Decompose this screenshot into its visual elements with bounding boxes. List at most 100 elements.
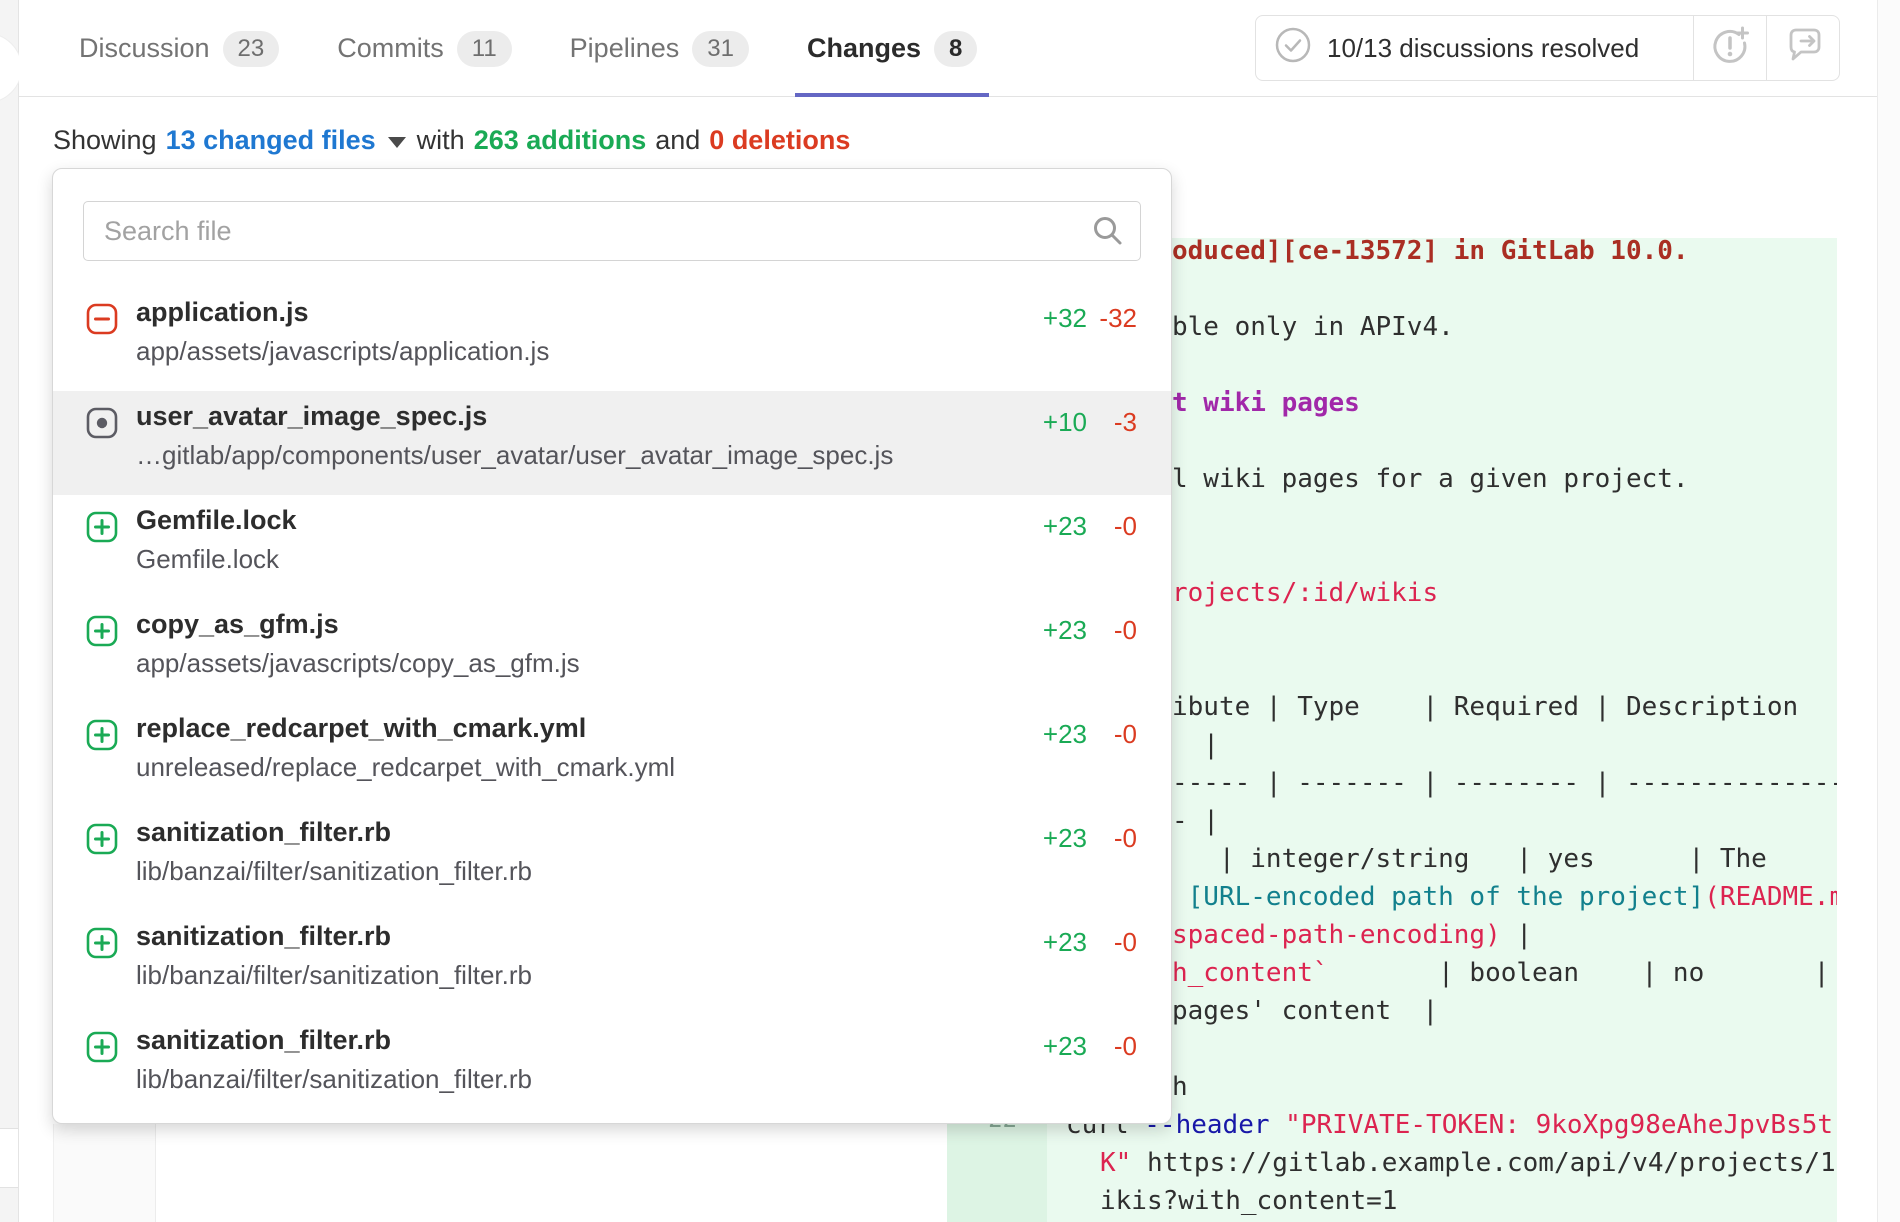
code-segment: K" xyxy=(1100,1148,1131,1178)
tab-changes[interactable]: Changes8 xyxy=(801,0,983,97)
file-added-icon xyxy=(86,719,118,751)
tab-label: Discussion xyxy=(79,33,210,64)
check-circle-icon xyxy=(1274,26,1312,71)
changes-summary: Showing 13 changed files with 263 additi… xyxy=(53,123,850,157)
file-change-counts: +23-0 xyxy=(1017,911,1137,1015)
file-change-counts: +23-0 xyxy=(1017,495,1137,599)
tab-commits[interactable]: Commits11 xyxy=(331,0,517,97)
discussions-resolved-button[interactable]: 10/13 discussions resolved xyxy=(1256,16,1693,80)
file-texts: sanitization_filter.rblib/banzai/filter/… xyxy=(136,1015,1017,1119)
code-segment: h_content` xyxy=(1172,958,1329,988)
file-row[interactable]: copy_as_gfm.jsapp/assets/javascripts/cop… xyxy=(53,599,1171,703)
diff-code-line: - | xyxy=(1172,802,1219,840)
tab-label: Commits xyxy=(337,33,444,64)
changed-file-list: application.js app/assets/javascripts/app… xyxy=(53,287,1171,1119)
file-name: replace_redcarpet_with_cmark.yml xyxy=(136,711,1017,745)
file-name: sanitization_filter.rb xyxy=(136,815,1017,849)
diff-code-line: ikis?with_content=1 xyxy=(1100,1182,1397,1220)
file-path: lib/banzai/filter/sanitization_filter.rb xyxy=(136,957,1017,993)
file-row[interactable]: user_avatar_image_spec.js…gitlab/app/com… xyxy=(53,391,1171,495)
code-segment: rojects/:id/wikis xyxy=(1172,578,1438,608)
tab-discussion[interactable]: Discussion 23 xyxy=(73,0,285,97)
file-row[interactable]: replace_redcarpet_with_cmark.yml unreleas… xyxy=(53,703,1171,807)
additions-count: +32 xyxy=(1017,303,1087,391)
additions-count: +23 xyxy=(1017,511,1087,599)
resolve-all-in-new-issue-button[interactable] xyxy=(1693,16,1766,80)
file-texts: copy_as_gfm.jsapp/assets/javascripts/cop… xyxy=(136,599,1017,703)
file-path: app/assets/javascripts/application.js xyxy=(136,333,1017,369)
code-segment: h xyxy=(1172,1072,1188,1102)
code-segment: spaced-path-encoding) xyxy=(1172,920,1501,950)
deletions-count: -0 xyxy=(1087,1031,1137,1119)
file-row[interactable]: sanitization_filter.rblib/banzai/filter/… xyxy=(53,1015,1171,1119)
summary-deletions: 0 deletions xyxy=(709,125,850,156)
diff-code-line: ble only in APIv4. xyxy=(1172,308,1454,346)
file-deleted-icon xyxy=(86,303,118,335)
summary-showing: Showing xyxy=(53,125,157,156)
diff-code-line: spaced-path-encoding) | xyxy=(1172,916,1532,954)
file-name: Gemfile.lock xyxy=(136,503,1017,537)
file-path: lib/banzai/filter/sanitization_filter.rb xyxy=(136,853,1017,889)
page-right-column xyxy=(1877,0,1900,1222)
tab-count-badge: 23 xyxy=(223,31,280,67)
deletions-count: -0 xyxy=(1087,927,1137,1015)
deletions-count: -32 xyxy=(1087,303,1137,391)
code-segment: - | xyxy=(1172,806,1219,836)
file-modified-icon xyxy=(86,407,118,439)
file-path: unreleased/replace_redcarpet_with_cmark.… xyxy=(136,749,1017,785)
comment-next-icon xyxy=(1781,25,1825,72)
file-search xyxy=(83,201,1141,261)
file-change-counts: +32-32 xyxy=(1017,287,1137,391)
diff-code-line: ibute | Type | Required | Description xyxy=(1172,688,1798,726)
diff-code-line: t wiki pages xyxy=(1172,384,1360,422)
diff-code-line: h_content` | boolean | no | In xyxy=(1172,954,1837,992)
diff-code-line: | xyxy=(1172,726,1219,764)
deletions-count: -0 xyxy=(1087,719,1137,807)
file-change-counts: +23-0 xyxy=(1017,703,1137,807)
diff-code-line: K" https://gitlab.example.com/api/v4/pro… xyxy=(1100,1144,1837,1182)
file-row[interactable]: Gemfile.lockGemfile.lock+23-0 xyxy=(53,495,1171,599)
file-change-counts: +23-0 xyxy=(1017,807,1137,911)
file-added-icon xyxy=(86,615,118,647)
tab-count-badge: 31 xyxy=(692,31,749,67)
file-name: sanitization_filter.rb xyxy=(136,1023,1017,1057)
file-added-icon xyxy=(86,511,118,543)
additions-count: +23 xyxy=(1017,823,1087,911)
file-added-icon xyxy=(86,823,118,855)
additions-count: +23 xyxy=(1017,1031,1087,1119)
file-search-input[interactable] xyxy=(83,201,1141,261)
additions-count: +23 xyxy=(1017,615,1087,703)
left-strip-box xyxy=(0,1128,18,1188)
file-name: application.js xyxy=(136,295,1017,329)
code-segment: ble only in APIv4. xyxy=(1172,312,1454,342)
file-row[interactable]: application.js app/assets/javascripts/app… xyxy=(53,287,1171,391)
file-added-icon xyxy=(86,1031,118,1063)
tab-label: Pipelines xyxy=(570,33,680,64)
chevron-down-icon[interactable] xyxy=(388,137,406,148)
merge-request-tabs: Discussion 23 Commits11 Pipelines 31 Changes8 xyxy=(73,0,983,97)
code-segment: oduced][ce-13572] in GitLab 10.0. xyxy=(1172,238,1689,266)
diff-code-line: l wiki pages for a given project. xyxy=(1172,460,1689,498)
summary-with: with xyxy=(417,125,465,156)
diff-code-line: oduced][ce-13572] in GitLab 10.0. xyxy=(1172,238,1689,270)
file-texts: replace_redcarpet_with_cmark.yml unreleas… xyxy=(136,703,1017,807)
jump-to-next-discussion-button[interactable] xyxy=(1766,16,1839,80)
tab-pipelines[interactable]: Pipelines 31 xyxy=(564,0,755,97)
additions-count: +23 xyxy=(1017,927,1087,1015)
code-segment: ----- | ------- | -------- | -----------… xyxy=(1172,768,1837,798)
summary-additions: 263 additions xyxy=(474,125,647,156)
file-row[interactable]: sanitization_filter.rblib/banzai/filter/… xyxy=(53,911,1171,1015)
code-segment: (README.m xyxy=(1704,882,1837,912)
file-path: …gitlab/app/components/user_avatar/user_… xyxy=(136,437,1017,473)
tab-label: Changes xyxy=(807,33,921,64)
file-texts: user_avatar_image_spec.js…gitlab/app/com… xyxy=(136,391,1017,495)
file-added-icon xyxy=(86,927,118,959)
changed-files-dropdown-link[interactable]: 13 changed files xyxy=(166,125,376,156)
file-row[interactable]: sanitization_filter.rb lib/banzai/filter/… xyxy=(53,807,1171,911)
deletions-count: -3 xyxy=(1087,407,1137,495)
diff-code-line: curl --header "PRIVATE-TOKEN: 9koXpg98eA… xyxy=(1066,1106,1833,1144)
file-path: app/assets/javascripts/copy_as_gfm.js xyxy=(136,645,1017,681)
diff-code-line: rojects/:id/wikis xyxy=(1172,574,1438,612)
file-texts: application.js app/assets/javascripts/app… xyxy=(136,287,1017,391)
code-segment: | boolean | no | In xyxy=(1329,958,1837,988)
